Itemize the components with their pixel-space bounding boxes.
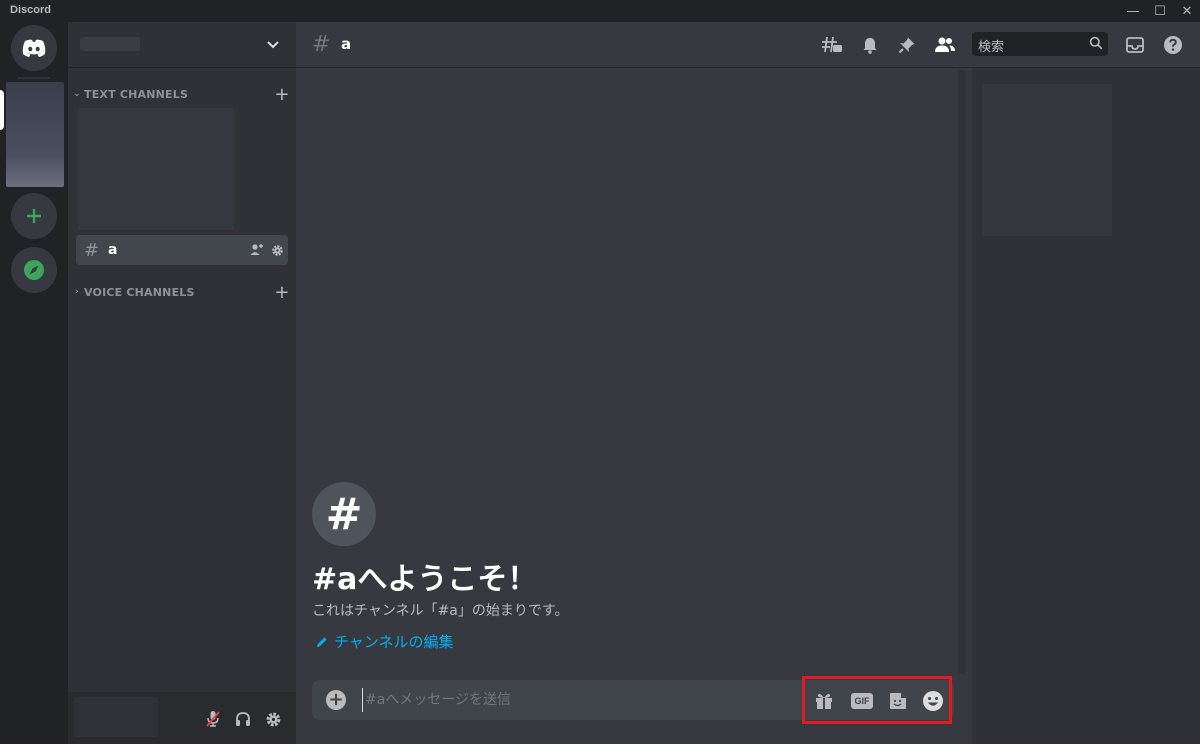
- channel-sidebar: ⌄ TEXT CHANNELS + # a › VOICE CHANNELS +: [68, 22, 296, 744]
- search-icon: [1089, 36, 1103, 50]
- text-channel-icon: #: [312, 32, 331, 57]
- expand-arrow-icon: ›: [75, 287, 79, 297]
- pinned-messages-button[interactable]: [895, 33, 919, 57]
- channel-item-a[interactable]: # a: [76, 235, 288, 265]
- channel-title: a: [341, 35, 352, 53]
- category-voice-channels[interactable]: › VOICE CHANNELS +: [72, 282, 292, 303]
- plus-icon: [27, 209, 41, 223]
- channel-settings-button[interactable]: [268, 244, 286, 257]
- home-button[interactable]: [11, 25, 57, 71]
- member-list-button[interactable]: [933, 33, 957, 57]
- category-text-channels[interactable]: ⌄ TEXT CHANNELS +: [72, 84, 292, 105]
- user-info-blurred: [74, 697, 158, 737]
- highlight-annotation: [802, 676, 952, 724]
- category-label: TEXT CHANNELS: [84, 87, 189, 101]
- guild-header[interactable]: [68, 22, 296, 68]
- gear-icon: [266, 712, 280, 726]
- mute-button[interactable]: [202, 708, 224, 730]
- rail-separator: [18, 77, 50, 79]
- maximize-icon: ☐: [1154, 3, 1166, 19]
- app-title: Discord: [10, 4, 51, 16]
- selected-server-indicator: [0, 90, 4, 130]
- chat-area: # a 検索 # #aへようこそ！ これはチャンネル「#a」の始まりです。 チャ…: [296, 22, 1200, 744]
- add-server-button[interactable]: [11, 193, 57, 239]
- server-rail: [0, 22, 68, 744]
- threads-button[interactable]: [820, 33, 844, 57]
- collapse-arrow-icon: ⌄: [73, 89, 81, 99]
- plus-icon: +: [328, 689, 344, 710]
- channel-name: a: [108, 242, 118, 258]
- chat-header: # a 検索: [296, 22, 1200, 68]
- title-bar: Discord — ☐ ✕: [0, 0, 1200, 22]
- compass-icon: [24, 260, 44, 280]
- notifications-button[interactable]: [858, 33, 882, 57]
- gear-icon: [271, 244, 283, 256]
- create-channel-icon[interactable]: +: [272, 84, 292, 105]
- microphone-muted-icon: [206, 711, 220, 727]
- create-channel-icon[interactable]: +: [272, 282, 292, 303]
- welcome-subtitle: これはチャンネル「#a」の始まりです。: [312, 603, 569, 619]
- headphones-icon: [236, 712, 250, 726]
- threads-icon: [822, 36, 842, 53]
- inbox-button[interactable]: [1123, 33, 1147, 57]
- discord-logo-icon: [22, 39, 46, 57]
- edit-channel-label: チャンネルの編集: [334, 633, 454, 651]
- text-channel-icon: #: [84, 239, 100, 261]
- hash-icon: #: [325, 488, 363, 540]
- maximize-button[interactable]: ☐: [1145, 0, 1175, 22]
- blurred-member-list: [982, 84, 1112, 236]
- search-placeholder: 検索: [978, 40, 1005, 55]
- category-label: VOICE CHANNELS: [84, 285, 195, 299]
- close-icon: ✕: [1181, 3, 1193, 19]
- blurred-channel-list: [78, 108, 234, 230]
- message-input[interactable]: [362, 688, 782, 712]
- add-user-icon: [250, 244, 263, 255]
- search-box[interactable]: 検索: [972, 32, 1108, 56]
- bell-icon: [863, 38, 877, 54]
- help-button[interactable]: [1161, 33, 1185, 57]
- close-button[interactable]: ✕: [1172, 0, 1200, 22]
- server-icon[interactable]: [6, 82, 64, 187]
- help-icon: [1164, 36, 1182, 54]
- welcome-title: #aへようこそ！: [312, 562, 538, 597]
- pin-icon: [898, 37, 915, 54]
- minimize-button[interactable]: —: [1118, 0, 1148, 22]
- minimize-icon: —: [1126, 3, 1140, 19]
- guild-name-blurred: [80, 37, 140, 51]
- explore-servers-button[interactable]: [11, 247, 57, 293]
- pencil-icon: [317, 636, 327, 647]
- upload-button[interactable]: +: [326, 690, 346, 710]
- channel-hash-badge: #: [312, 482, 376, 546]
- inbox-icon: [1126, 37, 1144, 53]
- chevron-down-icon: [267, 41, 279, 49]
- member-list-panel: [972, 68, 1200, 744]
- user-panel: [68, 692, 296, 744]
- deafen-button[interactable]: [232, 708, 254, 730]
- scrollbar[interactable]: [958, 70, 966, 674]
- edit-channel-link[interactable]: チャンネルの編集: [316, 631, 454, 652]
- user-settings-button[interactable]: [262, 708, 284, 730]
- invite-button[interactable]: [248, 243, 266, 257]
- members-icon: [935, 37, 955, 52]
